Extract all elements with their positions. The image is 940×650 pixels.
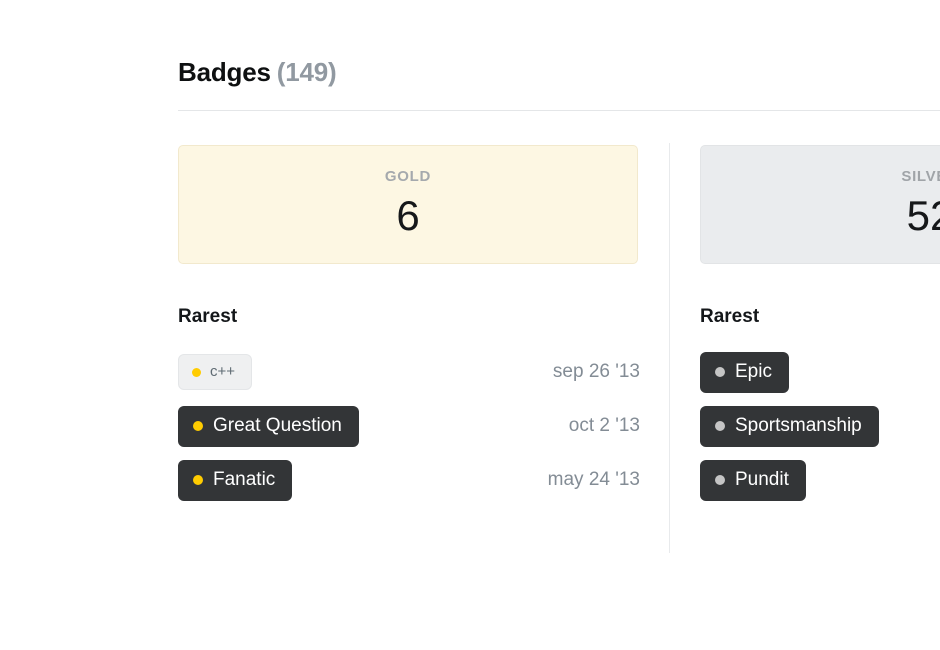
gold-column: GOLD 6 Rarest c++ sep 26 '13 Great Quest… [178,145,640,507]
page-title: Badges (149) [178,56,337,88]
badge-row: Great Question oct 2 '13 [178,399,640,453]
gold-dot-icon [193,474,203,485]
gold-dot-icon [192,367,201,377]
silver-dot-icon [715,420,725,431]
badge-item-pundit[interactable]: Pundit [700,459,806,501]
badge-columns: GOLD 6 Rarest c++ sep 26 '13 Great Quest… [178,143,940,565]
gold-dot-icon [193,420,203,431]
silver-count-value: 52 [906,192,940,239]
badge-item-great-question[interactable]: Great Question [178,405,359,447]
gold-count-card: GOLD 6 [178,145,638,264]
badge-date: may 24 '13 [547,469,640,490]
silver-column: SILVER 52 Rarest Epic Sportsmanship [700,145,940,507]
badge-row: Fanatic may 24 '13 [178,453,640,507]
silver-dot-icon [715,474,725,485]
silver-tier-label: SILVER [901,168,940,185]
page-title-text: Badges [178,57,271,87]
silver-dot-icon [715,366,725,377]
silver-count-card: SILVER 52 [700,145,940,264]
column-divider [669,143,670,553]
badge-item-cpp[interactable]: c++ [178,354,253,390]
gold-count-value: 6 [396,192,420,239]
badge-row: Epic [700,345,940,399]
badge-label: Pundit [735,468,789,490]
badge-count: (149) [276,57,337,87]
badges-page: Badges (149) GOLD 6 Rarest c++ sep 26 '13 [0,0,940,650]
badge-label: c++ [210,363,236,380]
badge-row: Sportsmanship [700,399,940,453]
badge-item-fanatic[interactable]: Fanatic [178,459,293,501]
badge-date: sep 26 '13 [552,361,640,382]
silver-rarest-heading: Rarest [700,306,760,327]
gold-rarest-heading: Rarest [178,306,238,327]
badge-label: Sportsmanship [735,414,862,436]
header-divider [178,110,940,111]
gold-tier-label: GOLD [384,168,432,185]
badge-row: c++ sep 26 '13 [178,345,640,399]
silver-badge-list: Epic Sportsmanship Pundit [700,345,940,507]
gold-badge-list: c++ sep 26 '13 Great Question oct 2 '13 … [178,345,640,507]
badge-row: Pundit [700,453,940,507]
badge-date: oct 2 '13 [568,415,640,436]
badge-item-epic[interactable]: Epic [700,351,789,393]
badge-item-sportsmanship[interactable]: Sportsmanship [700,405,879,447]
badge-label: Great Question [213,414,342,436]
badge-label: Fanatic [213,468,276,490]
badge-label: Epic [735,360,772,382]
